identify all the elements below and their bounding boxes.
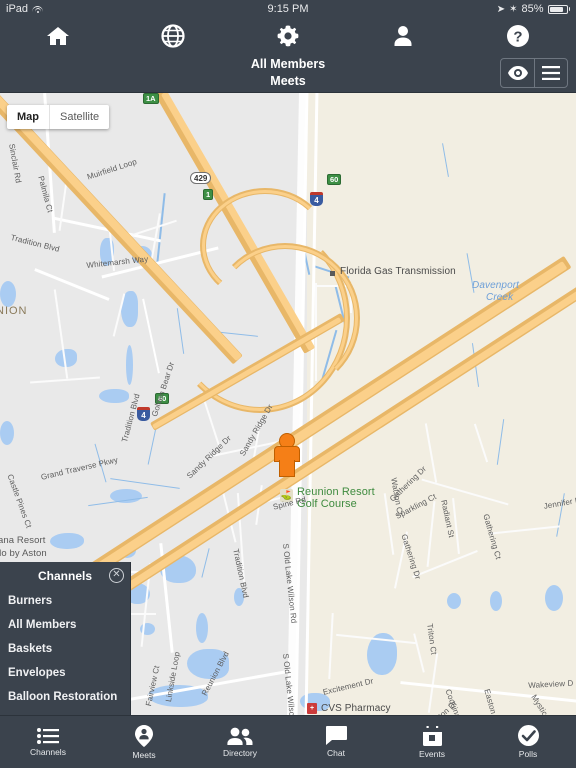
tab-chat[interactable]: Chat (288, 716, 384, 768)
exit-shield-1: 1 (203, 189, 214, 200)
exit-shield-1a: 1A (143, 93, 159, 104)
battery-percent: 85% (521, 3, 544, 15)
svg-text:?: ? (514, 28, 523, 45)
highway-shield-429: 429 (190, 172, 212, 184)
title-bar: All Members Meets (0, 53, 576, 93)
location-arrow-icon: ➤ (496, 3, 506, 15)
channel-item-balloon-restoration[interactable]: Balloon Restoration (0, 685, 130, 709)
area-label-reunion: NION (0, 305, 28, 317)
channels-panel-header: Channels ✕ (0, 562, 130, 589)
road-segment (142, 298, 161, 374)
square-marker-icon (330, 271, 335, 276)
tab-label-meets: Meets (132, 749, 156, 760)
poi-reunion-golf-line1: Reunion Resort (297, 486, 375, 498)
person-icon[interactable] (346, 25, 461, 47)
bottom-tab-bar: Channels Meets Directory Chat Events Pol… (0, 715, 576, 768)
map-pin-person-icon (135, 724, 153, 747)
page-title-block: All Members Meets (0, 56, 576, 90)
bluetooth-icon: ✶ (509, 3, 518, 15)
exit-shield-60-north: 60 (327, 174, 342, 185)
stream (201, 548, 210, 578)
road-segment (30, 376, 100, 384)
resort-label-line1: ana Resort (0, 535, 46, 546)
channel-item-all-members[interactable]: All Members (0, 613, 130, 637)
people-icon (227, 727, 253, 745)
poi-cvs-pharmacy: CVS Pharmacy (321, 703, 391, 714)
street-label-tradition-blvd-1: Tradition Blvd (9, 233, 61, 254)
resort-label-line2: do by Aston (0, 548, 47, 559)
status-bar-time: 9:15 PM (267, 3, 309, 15)
water-body (50, 533, 84, 549)
street-label-castle-pines-ct: Castle Pines Ct (5, 473, 34, 530)
status-bar: iPad 9:15 PM ➤ ✶ 85% (0, 0, 576, 18)
water-label-davenport-2: Creek (486, 292, 514, 303)
page-title: All Members (250, 57, 326, 71)
tab-label-channels: Channels (30, 746, 66, 757)
channel-item-baskets[interactable]: Baskets (0, 637, 130, 661)
hamburger-menu-icon[interactable] (534, 59, 567, 87)
water-body (0, 281, 16, 307)
poi-florida-gas: Florida Gas Transmission (340, 266, 456, 277)
title-bar-actions (500, 58, 568, 88)
tab-polls[interactable]: Polls (480, 716, 576, 768)
tab-label-directory: Directory (222, 747, 257, 758)
water-body (0, 421, 14, 445)
gear-icon[interactable] (230, 24, 345, 48)
channel-item-burners[interactable]: Burners (0, 589, 130, 613)
street-label-sandy-ridge-dr-1: Sandy Ridge Dr (185, 433, 233, 481)
water-body (490, 591, 502, 611)
close-circle-icon[interactable]: ✕ (109, 568, 124, 583)
tab-label-chat: Chat (327, 748, 345, 758)
list-icon (37, 727, 59, 744)
water-body (99, 389, 129, 403)
map-type-map-button[interactable]: Map (7, 105, 49, 129)
tab-channels[interactable]: Channels (0, 716, 96, 768)
tab-meets[interactable]: Meets (96, 716, 192, 768)
calendar-icon (422, 725, 442, 746)
water-label-davenport-1: Davenport (472, 280, 520, 291)
tab-events[interactable]: Events (384, 716, 480, 768)
street-label-grand-traverse-pkwy: Grand Traverse Pkwy (40, 455, 119, 482)
tab-directory[interactable]: Directory (192, 716, 288, 768)
app-root: iPad 9:15 PM ➤ ✶ 85% ? All Members Meets… (0, 0, 576, 768)
water-body (126, 345, 133, 385)
chat-bubble-icon (325, 726, 347, 745)
street-label-muirfield-loop: Muirfield Loop (86, 157, 138, 182)
interstate-shield-i4-south: 4 (137, 407, 150, 421)
map-type-control: Map Satellite (7, 105, 110, 129)
battery-icon (547, 4, 570, 14)
street-view-pegman[interactable] (272, 433, 302, 478)
stream (110, 478, 180, 490)
tab-label-events: Events (419, 748, 445, 759)
water-body (196, 613, 208, 643)
pegman-legs (279, 460, 295, 477)
top-icon-nav: ? (0, 18, 576, 53)
help-icon[interactable]: ? (461, 24, 576, 48)
water-body (545, 585, 563, 611)
tab-label-polls: Polls (518, 749, 538, 759)
road-segment (34, 268, 110, 301)
map-type-satellite-button[interactable]: Satellite (49, 105, 109, 129)
page-subtitle: Meets (270, 74, 306, 88)
road-segment (58, 181, 68, 231)
interstate-shield-i4-north: 4 (310, 192, 323, 206)
globe-icon[interactable] (115, 23, 230, 48)
check-circle-icon (517, 725, 539, 746)
street-label-sinclair-rd: Sinclair Rd (7, 143, 23, 184)
pharmacy-icon: + (307, 703, 317, 714)
channel-item-envelopes[interactable]: Envelopes (0, 661, 130, 685)
status-bar-right: ➤ ✶ 85% (497, 3, 570, 15)
eye-icon[interactable] (501, 59, 534, 87)
channels-panel: Channels ✕ Burners All Members Baskets E… (0, 562, 131, 715)
water-body (447, 593, 461, 609)
channels-panel-title: Channels (37, 568, 92, 583)
home-icon[interactable] (0, 25, 115, 47)
